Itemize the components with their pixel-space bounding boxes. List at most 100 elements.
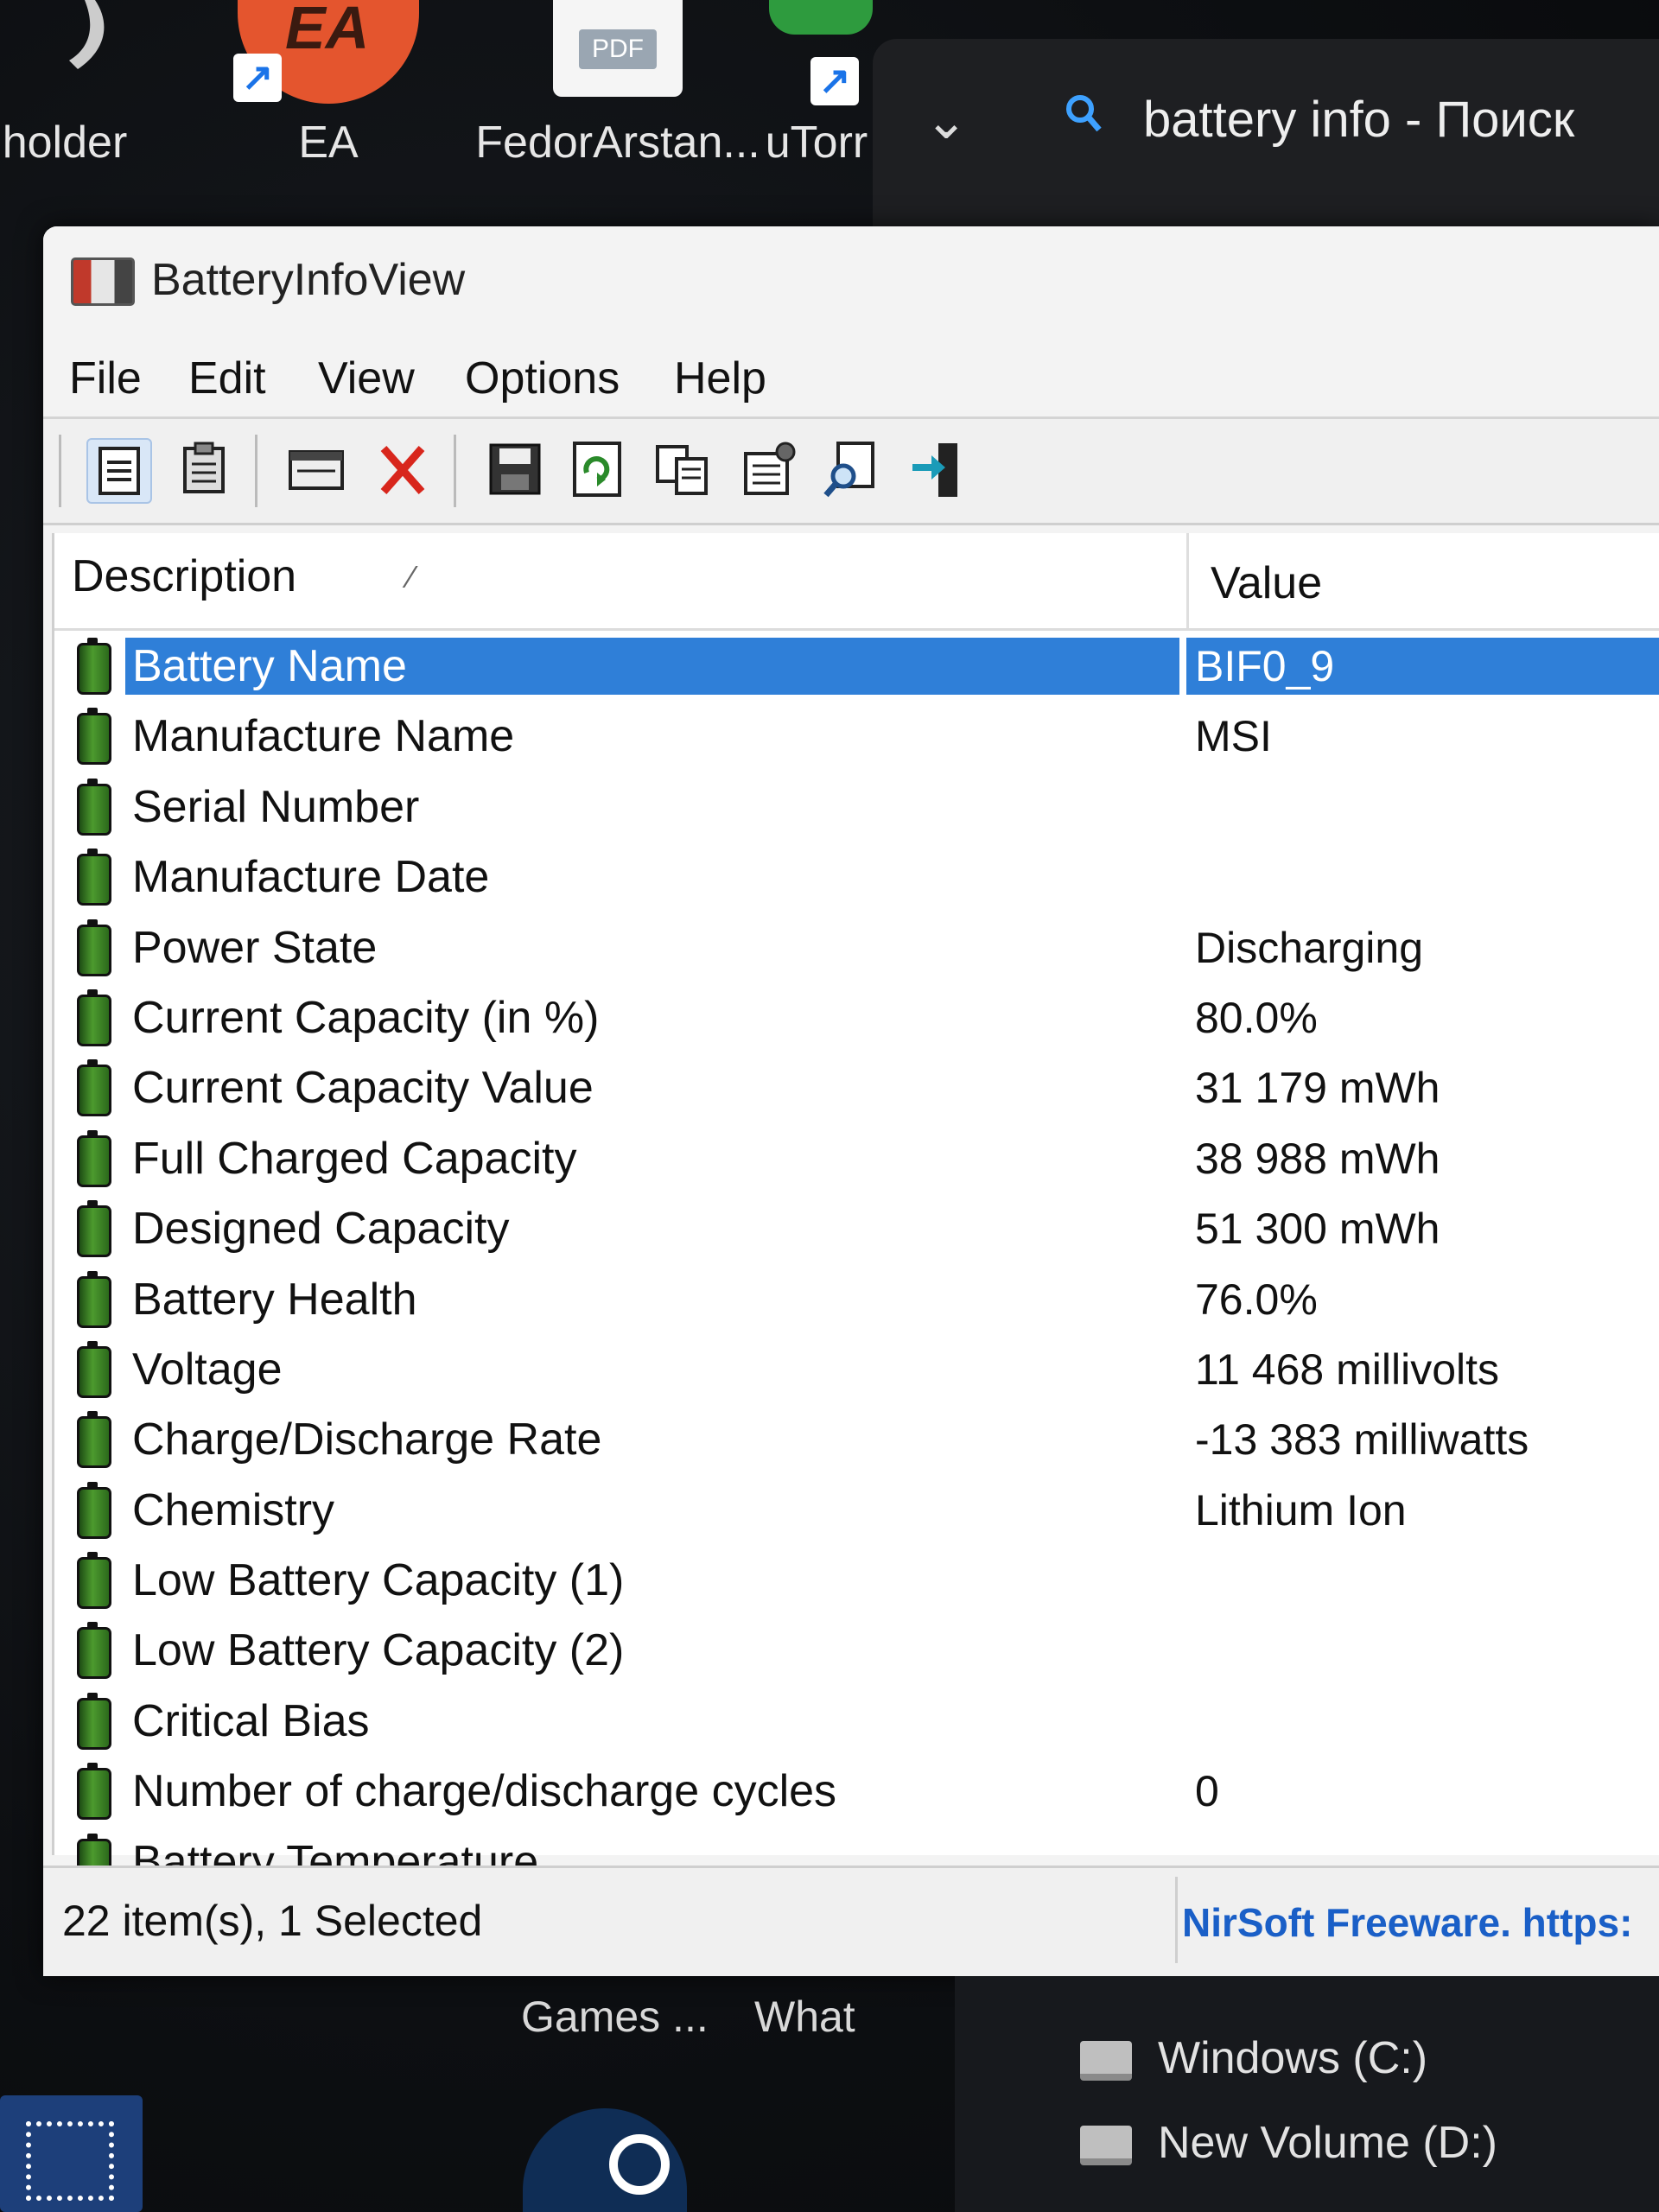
battery-app-icon [71, 257, 135, 306]
row-description: Serial Number [132, 781, 420, 832]
menu-options[interactable]: Options [465, 353, 620, 404]
desktop-icon-pdf[interactable]: PDF FedorArstan... [475, 0, 760, 168]
table-row[interactable]: Current Capacity (in %) 80.0% [54, 982, 1659, 1052]
row-description: Designed Capacity [132, 1204, 510, 1255]
row-description: Chemistry [132, 1484, 335, 1535]
column-header-value[interactable]: Value [1211, 557, 1322, 609]
table-row[interactable]: Designed Capacity 51 300 mWh [54, 1193, 1659, 1263]
desktop-icon-label: uTorr [765, 118, 868, 168]
table-row[interactable]: Current Capacity Value 31 179 mWh [54, 1052, 1659, 1122]
battery-info-list[interactable]: Description ⁄ Value Battery Name BIF0_9 … [52, 533, 1659, 1891]
hard-drive-icon [1080, 2041, 1132, 2082]
delete-icon[interactable] [372, 438, 434, 500]
column-header-description[interactable]: Description [72, 550, 296, 602]
row-description: Voltage [132, 1344, 283, 1395]
table-row[interactable]: Charge/Discharge Rate -13 383 milliwatts [54, 1404, 1659, 1474]
row-description: Battery Name [125, 638, 1179, 695]
window-icon[interactable] [285, 438, 347, 500]
table-row[interactable]: Battery Name BIF0_9 [54, 631, 1659, 701]
table-row[interactable]: Manufacture Date [54, 842, 1659, 912]
row-value: 0 [1195, 1767, 1219, 1816]
title-bar[interactable]: BatteryInfoView [43, 226, 1659, 339]
status-bar: 22 item(s), 1 Selected NirSoft Freeware.… [43, 1866, 1659, 1976]
refresh-icon[interactable] [566, 438, 628, 500]
desktop-icon-holder[interactable]: holder [0, 0, 138, 168]
row-description: Manufacture Date [132, 852, 490, 903]
holder-icon [17, 0, 121, 95]
search-query-text[interactable]: battery info - Поиск [1143, 91, 1574, 149]
save-icon[interactable] [484, 438, 546, 500]
row-value: BIF0_9 [1195, 642, 1335, 690]
desktop-icon-label-what[interactable]: What [754, 1992, 855, 2042]
table-row[interactable]: Critical Bias [54, 1686, 1659, 1756]
properties-icon[interactable] [739, 438, 801, 500]
row-description: Power State [132, 922, 378, 973]
battery-icon [77, 1411, 111, 1469]
menu-help[interactable]: Help [674, 353, 766, 404]
window-title: BatteryInfoView [151, 255, 466, 305]
table-row[interactable]: Chemistry Lithium Ion [54, 1475, 1659, 1545]
desktop-icon-label-games[interactable]: Games ... [521, 1992, 709, 2042]
status-divider [1175, 1877, 1178, 1963]
table-row[interactable]: Number of charge/discharge cycles 0 [54, 1756, 1659, 1826]
table-row[interactable]: Power State Discharging [54, 912, 1659, 982]
html-report-all-icon[interactable] [86, 438, 152, 504]
batteryinfoview-window[interactable]: BatteryInfoView File Edit View Options H… [43, 226, 1659, 1976]
table-row[interactable]: Manufacture Name MSI [54, 701, 1659, 771]
row-value: 80.0% [1195, 993, 1318, 1042]
battery-icon [77, 918, 111, 976]
table-row[interactable]: Low Battery Capacity (1) [54, 1545, 1659, 1615]
menu-bar: File Edit View Options Help [43, 339, 1659, 416]
list-header: Description ⁄ Value [54, 533, 1659, 631]
desktop-icon-label: FedorArstan... [475, 118, 760, 168]
battery-icon [77, 1270, 111, 1328]
row-description: Number of charge/discharge cycles [132, 1766, 837, 1817]
drive-c[interactable]: Windows (C:) [1080, 2032, 1427, 2084]
row-value: 51 300 mWh [1195, 1205, 1440, 1254]
row-description: Battery Health [132, 1274, 417, 1325]
battery-icon [77, 1340, 111, 1398]
table-row[interactable]: Low Battery Capacity (2) [54, 1615, 1659, 1685]
table-row[interactable]: Serial Number [54, 772, 1659, 842]
chevron-down-icon[interactable]: ⌄ [925, 91, 968, 151]
drive-d[interactable]: New Volume (D:) [1080, 2117, 1497, 2169]
menu-edit[interactable]: Edit [188, 353, 266, 404]
battery-icon [77, 1129, 111, 1187]
row-value: Lithium Ion [1195, 1485, 1407, 1535]
table-row[interactable]: Battery Health 76.0% [54, 1264, 1659, 1334]
battery-icon [77, 988, 111, 1046]
column-divider[interactable] [1186, 533, 1189, 628]
battery-icon [77, 708, 111, 766]
row-value: -13 383 milliwatts [1195, 1415, 1529, 1465]
row-description: Current Capacity (in %) [132, 992, 600, 1043]
copy-icon[interactable] [652, 438, 715, 500]
status-item-count: 22 item(s), 1 Selected [62, 1897, 483, 1945]
row-description: Charge/Discharge Rate [132, 1414, 602, 1465]
drive-label: Windows (C:) [1158, 2033, 1428, 2083]
desktop-icon-utorrent[interactable]: ↗ uTorr [760, 0, 881, 168]
list-rows: Battery Name BIF0_9 Manufacture Name MSI… [54, 631, 1659, 1897]
clipboard-icon[interactable] [173, 438, 235, 500]
row-description: Full Charged Capacity [132, 1133, 577, 1184]
battery-icon [77, 1692, 111, 1750]
battery-icon [77, 1200, 111, 1258]
row-description: Critical Bias [132, 1695, 370, 1746]
table-row[interactable]: Voltage 11 468 millivolts [54, 1334, 1659, 1404]
file-explorer-panel[interactable]: Windows (C:) New Volume (D:) [955, 1976, 1659, 2212]
menu-view[interactable]: View [318, 353, 415, 404]
row-value: MSI [1195, 712, 1272, 761]
shortcut-arrow-icon: ↗ [810, 57, 859, 105]
nirsoft-link[interactable]: NirSoft Freeware. https: [1182, 1899, 1632, 1946]
toolbar [43, 416, 1659, 525]
battery-icon [77, 1481, 111, 1539]
table-row[interactable]: Full Charged Capacity 38 988 mWh [54, 1123, 1659, 1193]
exit-icon[interactable] [907, 438, 969, 500]
desktop-icon-ea[interactable]: EA ↗ EA [233, 0, 423, 168]
find-icon[interactable] [821, 438, 883, 500]
menu-file[interactable]: File [69, 353, 142, 404]
row-description: Low Battery Capacity (1) [132, 1555, 625, 1606]
search-panel[interactable]: ⌄ battery info - Поиск [873, 39, 1659, 246]
desktop-icon-label: EA [298, 118, 359, 168]
chip-app-icon[interactable] [0, 2095, 143, 2212]
battery-icon [77, 1059, 111, 1117]
